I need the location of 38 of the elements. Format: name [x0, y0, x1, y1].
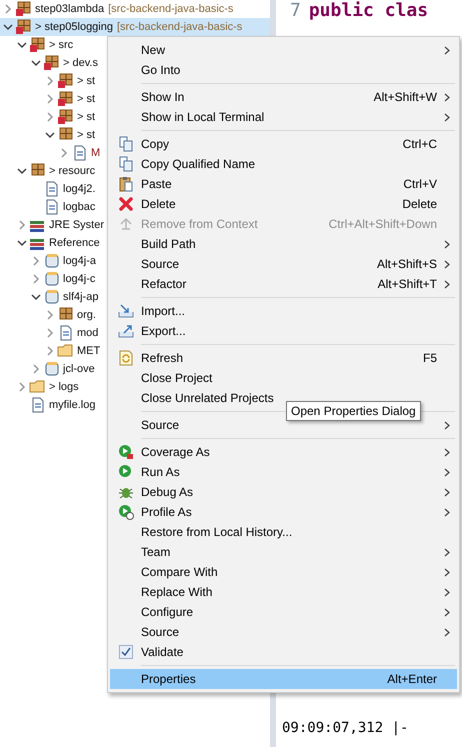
tree-item-label: JRE Syster: [49, 219, 104, 231]
line-number: 7: [290, 0, 301, 21]
shortcut: Ctrl+V: [403, 177, 437, 191]
shortcut: Ctrl+Alt+Shift+Down: [328, 217, 437, 231]
tree-item-label: > dev.s: [63, 57, 98, 69]
shortcut: Alt+Shift+S: [376, 257, 437, 271]
shortcut: Alt+Shift+W: [374, 90, 437, 104]
tree-item-label: log4j-c: [63, 273, 96, 285]
shortcut: F5: [422, 351, 437, 365]
shortcut: Alt+Enter: [387, 672, 437, 686]
tree-item-label: > resourc: [49, 165, 96, 177]
tree-item-label: > st: [77, 75, 96, 87]
tree-item-label: > st: [77, 129, 96, 141]
tree-item-label: step03lambda: [35, 3, 104, 15]
console-line: 09:09:07,312 |-: [282, 720, 408, 736]
tooltip: Open Properties Dialog: [286, 401, 421, 421]
tree-item-label: mod: [77, 327, 98, 339]
tree-item-label: myfile.log: [49, 399, 96, 411]
tree-item-label: slf4j-ap: [63, 291, 98, 303]
shortcut: Ctrl+C: [402, 137, 437, 151]
tree-item-label: log4j-a: [63, 255, 96, 267]
shortcut: Delete: [402, 197, 437, 211]
tree-item-label: logbac: [63, 201, 96, 213]
tree-item-label: > st: [77, 111, 96, 123]
tree-item-label: org.: [77, 309, 96, 321]
tree-item-label: Reference: [49, 237, 100, 249]
tree-item-label: > step05logging: [35, 21, 113, 33]
tree-item-label: MET: [77, 345, 100, 357]
repository-label: [src-backend-java-basic-s: [116, 21, 242, 33]
tree-item-label: jcl-ove: [63, 363, 95, 375]
shortcut: Alt+Shift+T: [378, 277, 437, 291]
repository-label: [src-backend-java-basic-s: [108, 3, 234, 15]
code-line: public clas: [308, 0, 428, 21]
tree-item-label: > src: [49, 39, 74, 51]
tree-item-label: > logs: [49, 381, 79, 393]
tree-item-label: log4j2.: [63, 183, 96, 195]
tree-item-label: M: [91, 147, 100, 159]
tree-item-label: > st: [77, 93, 96, 105]
